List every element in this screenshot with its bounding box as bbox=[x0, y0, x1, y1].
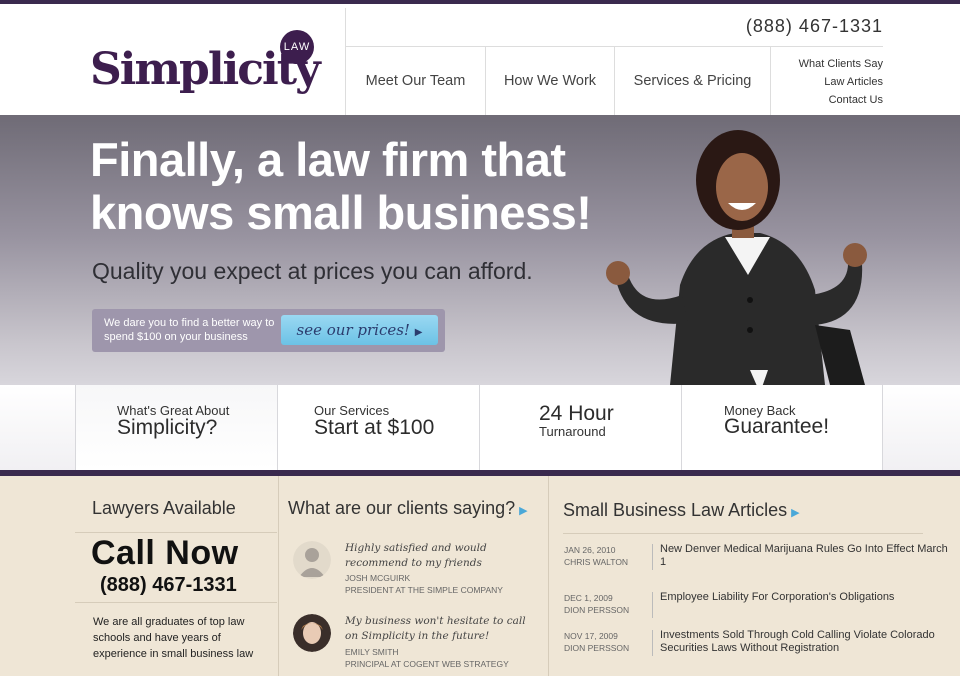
see-prices-label: see our prices! bbox=[296, 321, 410, 339]
nav-what-clients-say[interactable]: What Clients Say bbox=[771, 55, 883, 73]
article-separator bbox=[652, 544, 653, 570]
lawyers-column: Lawyers Available Call Now (888) 467-133… bbox=[75, 476, 277, 676]
lawyers-title: Lawyers Available bbox=[92, 498, 236, 518]
articles-title-text: Small Business Law Articles bbox=[563, 500, 788, 520]
lawyers-divider-bottom bbox=[75, 602, 277, 603]
articles-column: Small Business Law Articles ▶ JAN 26, 201… bbox=[548, 476, 960, 676]
play-arrow-icon: ▶ bbox=[519, 505, 528, 517]
avatar-photo bbox=[293, 614, 331, 652]
article-author: DION PERSSON bbox=[564, 643, 630, 653]
bottom-section: Lawyers Available Call Now (888) 467-133… bbox=[0, 476, 960, 676]
features-band: What's Great About Simplicity? Our Servi… bbox=[0, 385, 960, 470]
hero-subheadline: Quality you expect at prices you can aff… bbox=[92, 258, 533, 284]
call-now-heading: Call Now bbox=[91, 534, 239, 572]
feature-great-about-big: Simplicity? bbox=[117, 416, 218, 439]
site-header: Simplicity LAW (888) 467-1331 Meet Our T… bbox=[0, 4, 960, 115]
call-now-phone[interactable]: (888) 467-1331 bbox=[100, 574, 237, 597]
feature-services[interactable]: Our Services Start at $100 bbox=[277, 385, 479, 470]
article-date: JAN 26, 2010 bbox=[564, 545, 616, 555]
article-separator bbox=[652, 630, 653, 656]
articles-divider bbox=[563, 533, 923, 534]
hero-headline-line1: Finally, a law firm that bbox=[90, 133, 566, 186]
testimonial-name: Emily Smith bbox=[345, 647, 399, 657]
articles-title[interactable]: Small Business Law Articles ▶ bbox=[563, 500, 800, 521]
header-divider bbox=[345, 8, 346, 46]
nav-meet-our-team[interactable]: Meet Our Team bbox=[345, 47, 485, 115]
play-arrow-icon: ▶ bbox=[791, 507, 800, 519]
hero-banner: Finally, a law firm that knows small bus… bbox=[0, 115, 960, 385]
secondary-nav: What Clients Say Law Articles Contact Us bbox=[770, 47, 883, 115]
article-meta: NOV 17, 2009 DION PERSSON bbox=[564, 630, 649, 654]
businesswoman-photo bbox=[606, 130, 867, 385]
feature-great-about[interactable]: What's Great About Simplicity? bbox=[75, 385, 277, 470]
testimonials-title-text: What are our clients saying? bbox=[288, 498, 516, 518]
dare-text: We dare you to find a better way to spen… bbox=[104, 317, 275, 343]
feature-turnaround-small: Turnaround bbox=[539, 424, 606, 439]
play-arrow-icon: ▶ bbox=[414, 327, 423, 338]
nav-law-articles[interactable]: Law Articles bbox=[771, 73, 883, 91]
lawyers-description: We are all graduates of top law schools … bbox=[93, 616, 254, 660]
logo-law-badge: LAW bbox=[280, 30, 314, 64]
testimonial-role: Principal at Cogent Web Strategy bbox=[345, 659, 509, 669]
see-prices-button[interactable]: see our prices! ▶ bbox=[281, 315, 438, 345]
feature-turnaround[interactable]: 24 Hour Turnaround bbox=[479, 385, 681, 470]
feature-guarantee[interactable]: Money Back Guarantee! bbox=[681, 385, 883, 470]
main-nav: Meet Our Team How We Work Services & Pri… bbox=[345, 46, 883, 115]
article-title[interactable]: Investments Sold Through Cold Calling Vi… bbox=[660, 629, 950, 655]
lawyers-divider-top bbox=[75, 532, 277, 533]
testimonials-column: What are our clients saying? ▶ Highly sat… bbox=[278, 476, 548, 676]
article-author: CHRIS WALTON bbox=[564, 557, 629, 567]
article-meta: DEC 1, 2009 DION PERSSON bbox=[564, 592, 649, 616]
header-phone[interactable]: (888) 467-1331 bbox=[746, 16, 883, 37]
article-author: DION PERSSON bbox=[564, 605, 630, 615]
nav-services-pricing[interactable]: Services & Pricing bbox=[614, 47, 770, 115]
article-date: DEC 1, 2009 bbox=[564, 593, 613, 603]
article-date: NOV 17, 2009 bbox=[564, 631, 618, 641]
feature-services-big: Start at $100 bbox=[314, 416, 435, 439]
article-separator bbox=[652, 592, 653, 618]
hero-headline-line2: knows small business! bbox=[90, 186, 592, 239]
testimonial-quote: Highly satisfied and would recommend to … bbox=[345, 542, 487, 569]
article-meta: JAN 26, 2010 CHRIS WALTON bbox=[564, 544, 649, 568]
testimonial-quote: My business won't hesitate to call on Si… bbox=[345, 615, 526, 642]
testimonials-title[interactable]: What are our clients saying? ▶ bbox=[288, 498, 528, 519]
testimonial-name: Josh McGuirk bbox=[345, 573, 411, 583]
nav-how-we-work[interactable]: How We Work bbox=[485, 47, 614, 115]
article-title[interactable]: New Denver Medical Marijuana Rules Go In… bbox=[660, 543, 950, 569]
avatar-placeholder-icon bbox=[293, 541, 331, 579]
nav-contact-us[interactable]: Contact Us bbox=[771, 91, 883, 109]
feature-turnaround-big: 24 Hour bbox=[539, 402, 614, 425]
testimonial-role: President at The Simple Company bbox=[345, 585, 503, 595]
hero-headline: Finally, a law firm that knows small bus… bbox=[90, 133, 592, 239]
feature-guarantee-big: Guarantee! bbox=[724, 415, 830, 438]
article-title[interactable]: Employee Liability For Corporation's Obl… bbox=[660, 591, 950, 604]
dare-box: We dare you to find a better way to spen… bbox=[92, 309, 445, 352]
